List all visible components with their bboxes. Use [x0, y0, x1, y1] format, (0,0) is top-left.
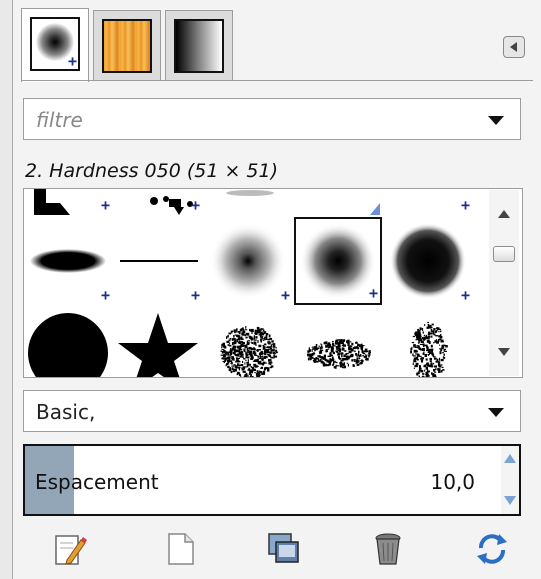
tab-brushes[interactable]: +	[21, 8, 89, 82]
new-brush-button[interactable]	[161, 530, 199, 568]
brush-cell-circle[interactable]	[24, 307, 112, 377]
plus-icon: +	[190, 286, 200, 304]
spacing-label: Espacement	[35, 470, 159, 494]
brushes-dialog: + filtre 2. Hardness 050 (51 × 51) + + +…	[12, 0, 541, 579]
spacing-value[interactable]: 10,0	[430, 470, 475, 494]
tab-divider	[21, 80, 533, 81]
brush-cell-ellipse[interactable]: +	[24, 217, 112, 305]
brush-cell-partial-block[interactable]: +	[24, 189, 112, 215]
brush-cell-hardness-050[interactable]: +	[294, 217, 382, 305]
scroll-up-icon[interactable]	[498, 210, 510, 218]
tab-gradients[interactable]	[165, 10, 233, 80]
spin-buttons[interactable]	[501, 446, 519, 514]
plus-icon: +	[100, 196, 110, 214]
edit-brush-button[interactable]	[51, 530, 89, 568]
brush-cell-hardness-075[interactable]: +	[384, 217, 472, 305]
tab-menu-icon	[510, 42, 517, 52]
plus-icon: +	[190, 196, 200, 214]
brush-cell-texture-1[interactable]	[204, 307, 292, 377]
edit-icon	[55, 535, 87, 565]
chevron-down-icon[interactable]	[488, 116, 504, 125]
brush-cell-partial-top[interactable]	[294, 189, 382, 215]
trash-icon	[375, 533, 401, 565]
selected-brush-label: 2. Hardness 050 (51 × 51)	[25, 160, 279, 182]
duplicate-icon	[268, 533, 299, 563]
refresh-brushes-button[interactable]	[473, 530, 511, 568]
brush-cell-line[interactable]: +	[114, 217, 202, 305]
plus-icon: +	[280, 286, 290, 304]
brush-thumbnail-icon: +	[30, 17, 80, 71]
tab-patterns[interactable]	[93, 10, 161, 80]
spacing-spinscale[interactable]: Espacement 10,0	[23, 444, 521, 516]
brush-grid-scrollbar[interactable]	[489, 190, 519, 376]
wood-pattern-icon	[102, 19, 152, 73]
brush-cell-texture-2[interactable]	[294, 307, 382, 377]
filter-placeholder: filtre	[36, 108, 83, 132]
plus-icon: +	[368, 284, 378, 302]
tab-menu-button[interactable]	[503, 36, 525, 58]
new-document-icon	[168, 533, 194, 565]
plus-icon: +	[460, 286, 470, 304]
brush-cell-partial-splatter[interactable]: +	[114, 189, 202, 215]
duplicate-brush-button[interactable]	[265, 530, 303, 568]
plus-icon: +	[100, 286, 110, 304]
brush-cell-texture-3[interactable]	[384, 307, 472, 377]
plus-icon: +	[67, 52, 77, 70]
scrollbar-thumb[interactable]	[493, 246, 515, 262]
brush-cell-partial-soft[interactable]	[204, 189, 292, 215]
delete-brush-button[interactable]	[369, 530, 407, 568]
increment-icon[interactable]	[504, 454, 516, 463]
brush-cell-partial-top-right[interactable]: +	[384, 189, 472, 215]
tag-combo-value: Basic,	[36, 400, 96, 424]
scroll-down-icon[interactable]	[498, 348, 510, 356]
plus-icon: +	[460, 196, 470, 214]
decrement-icon[interactable]	[504, 496, 516, 505]
brush-cell-hardness-025[interactable]: +	[204, 217, 292, 305]
tag-combo[interactable]: Basic,	[23, 390, 521, 432]
brush-cell-star[interactable]	[114, 307, 202, 377]
brush-grid: + + + + + + + +	[23, 188, 523, 378]
action-bar	[33, 530, 523, 570]
gradient-icon	[174, 19, 224, 73]
filter-combo[interactable]: filtre	[23, 98, 521, 140]
chevron-down-icon[interactable]	[488, 408, 504, 417]
refresh-icon	[477, 534, 507, 564]
dock-tabs: +	[21, 8, 501, 82]
